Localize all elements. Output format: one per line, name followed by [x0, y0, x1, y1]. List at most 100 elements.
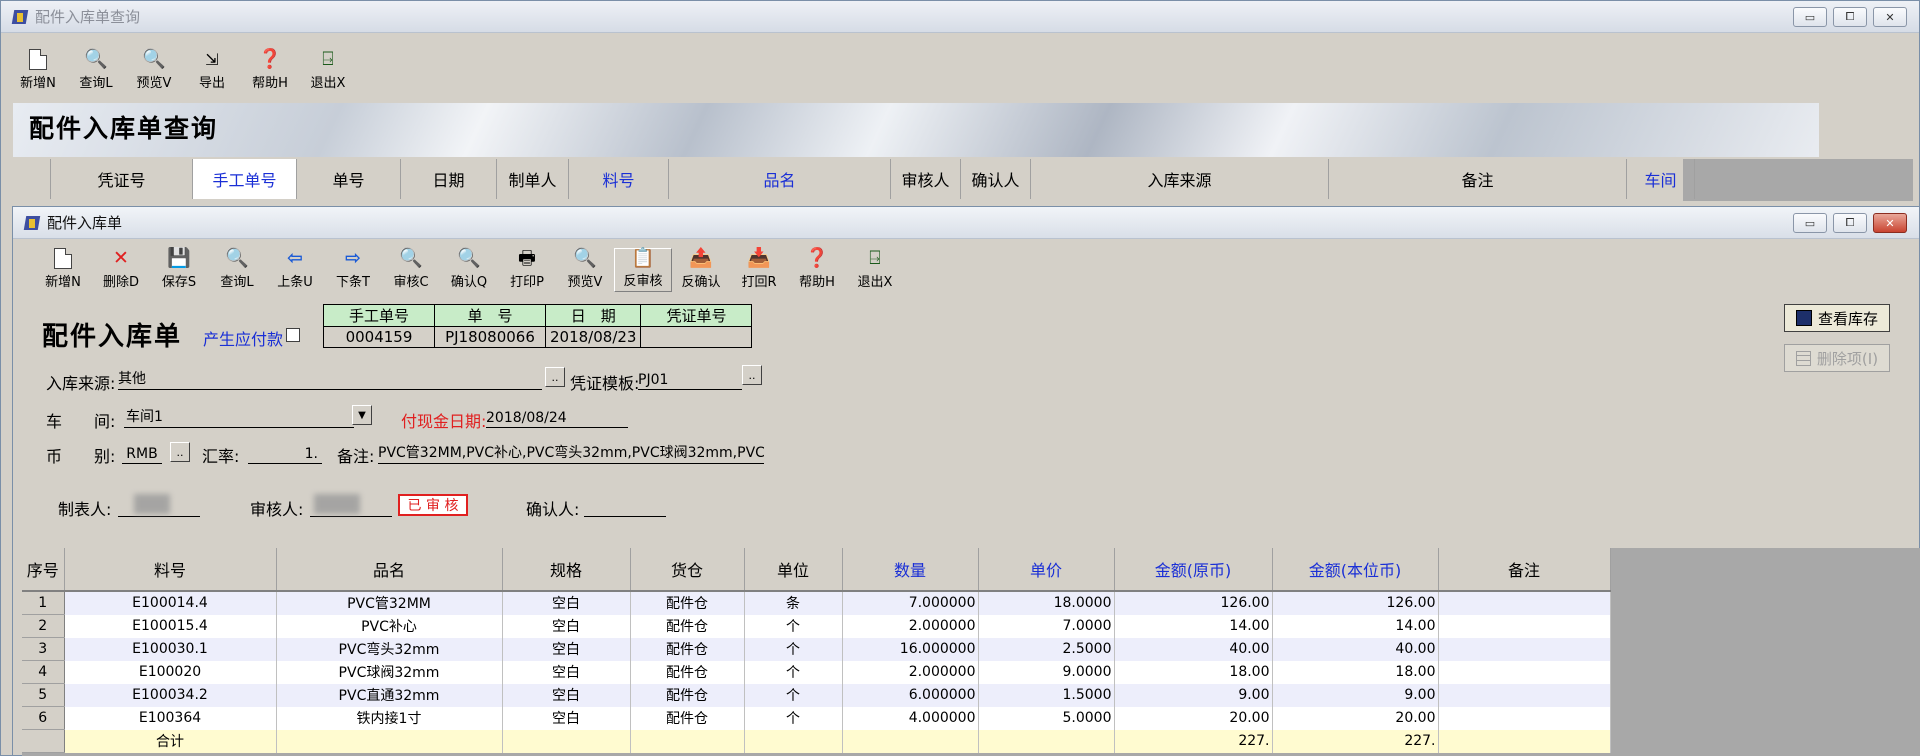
unaudit-button[interactable]: 📋 反审核 [614, 248, 672, 292]
cell-amount-base[interactable]: 18.00 [1272, 660, 1439, 684]
query-col-confirmer[interactable]: 确认人 [961, 159, 1031, 199]
cell-name[interactable]: 铁内接1寸 [276, 706, 503, 730]
exit-button[interactable]: ⍈ 退出X [846, 248, 904, 292]
help-button[interactable]: ❓ 帮助H [788, 248, 846, 292]
query-col-workshop[interactable]: 车间 [1627, 159, 1695, 199]
table-row[interactable]: 3 E100030.1 PVC弯头32mm 空白 配件仓 个 16.000000… [22, 637, 1611, 661]
workshop-dropdown-button[interactable]: ▼ [352, 405, 372, 425]
delete-button[interactable]: ✕ 删除D [92, 248, 150, 292]
cell-qty[interactable]: 7.000000 [842, 591, 979, 615]
cell-unit[interactable]: 个 [744, 614, 843, 638]
cell-remark[interactable] [1438, 683, 1611, 707]
source-field[interactable]: 其他 [118, 366, 542, 390]
unconfirm-button[interactable]: 📤 反确认 [672, 248, 730, 292]
print-button[interactable]: 🖶 打印P [498, 248, 556, 292]
cell-price[interactable]: 5.0000 [978, 706, 1115, 730]
cell-qty[interactable]: 16.000000 [842, 637, 979, 661]
preview-button[interactable]: 🔍 预览V [556, 248, 614, 292]
cell-part-no[interactable]: E100364 [64, 706, 277, 730]
col-amount-base[interactable]: 金额(本位币) [1272, 548, 1439, 592]
cell-spec[interactable]: 空白 [502, 591, 631, 615]
cell-amount[interactable]: 14.00 [1114, 614, 1273, 638]
cell-amount[interactable]: 40.00 [1114, 637, 1273, 661]
query-button[interactable]: 🔍 查询L [208, 248, 266, 292]
maximize-button[interactable]: ⧠ [1833, 213, 1867, 233]
check-stock-button[interactable]: 查看库存 [1784, 304, 1890, 332]
query-search-button[interactable]: 🔍 查询L [67, 49, 125, 93]
delete-item-button[interactable]: 删除项(I) [1784, 344, 1890, 372]
cell-unit[interactable]: 个 [744, 637, 843, 661]
cell-amount-base[interactable]: 126.00 [1272, 591, 1439, 615]
query-col-source[interactable]: 入库来源 [1031, 159, 1329, 199]
cell-unit[interactable]: 个 [744, 706, 843, 730]
col-part-no[interactable]: 料号 [64, 548, 277, 592]
cell-remark[interactable] [1438, 591, 1611, 615]
query-col-maker[interactable]: 制单人 [497, 159, 569, 199]
remark-field[interactable]: PVC管32MM,PVC补心,PVC弯头32mm,PVC球阀32mm,PVC直通… [378, 440, 764, 464]
next-record-button[interactable]: ⇨ 下条T [324, 248, 382, 292]
prev-record-button[interactable]: ⇦ 上条U [266, 248, 324, 292]
col-amount[interactable]: 金额(原币) [1114, 548, 1273, 592]
audit-button[interactable]: 🔍 审核C [382, 248, 440, 292]
cell-spec[interactable]: 空白 [502, 614, 631, 638]
new-button[interactable]: 新增N [34, 248, 92, 292]
cell-name[interactable]: PVC球阀32mm [276, 660, 503, 684]
cell-part-no[interactable]: E100030.1 [64, 637, 277, 661]
table-row[interactable]: 2 E100015.4 PVC补心 空白 配件仓 个 2.000000 7.00… [22, 614, 1611, 638]
voucher-template-field[interactable]: PJ01 [638, 366, 742, 390]
col-unit[interactable]: 单位 [744, 548, 843, 592]
query-col-no[interactable]: 单号 [297, 159, 401, 199]
cell-amount-base[interactable]: 14.00 [1272, 614, 1439, 638]
source-picker-button[interactable]: .. [545, 367, 565, 387]
cell-warehouse[interactable]: 配件仓 [630, 683, 745, 707]
cell-name[interactable]: PVC弯头32mm [276, 637, 503, 661]
cell-price[interactable]: 7.0000 [978, 614, 1115, 638]
cell-remark[interactable] [1438, 706, 1611, 730]
cell-warehouse[interactable]: 配件仓 [630, 614, 745, 638]
query-col-auditor[interactable]: 审核人 [891, 159, 961, 199]
col-warehouse[interactable]: 货仓 [630, 548, 745, 592]
cell-unit[interactable]: 条 [744, 591, 843, 615]
col-seq[interactable]: 序号 [22, 548, 65, 592]
col-qty[interactable]: 数量 [842, 548, 979, 592]
query-preview-button[interactable]: 🔍 预览V [125, 49, 183, 93]
minimize-button[interactable]: ▭ [1793, 7, 1827, 27]
cell-remark[interactable] [1438, 660, 1611, 684]
cell-spec[interactable]: 空白 [502, 660, 631, 684]
query-export-button[interactable]: ⇲ 导出 [183, 49, 241, 93]
rate-field[interactable]: 1. [248, 440, 322, 464]
cell-part-no[interactable]: E100015.4 [64, 614, 277, 638]
query-col-voucher[interactable]: 凭证号 [51, 159, 193, 199]
cell-amount-base[interactable]: 40.00 [1272, 637, 1439, 661]
cell-part-no[interactable]: E100020 [64, 660, 277, 684]
table-row[interactable]: 4 E100020 PVC球阀32mm 空白 配件仓 个 2.000000 9.… [22, 660, 1611, 684]
cell-unit[interactable]: 个 [744, 660, 843, 684]
cell-amount[interactable]: 18.00 [1114, 660, 1273, 684]
cell-price[interactable]: 9.0000 [978, 660, 1115, 684]
table-row[interactable]: 6 E100364 铁内接1寸 空白 配件仓 个 4.000000 5.0000… [22, 706, 1611, 730]
cell-spec[interactable]: 空白 [502, 637, 631, 661]
currency-picker-button[interactable]: .. [170, 442, 190, 462]
cell-part-no[interactable]: E100014.4 [64, 591, 277, 615]
cell-spec[interactable]: 空白 [502, 683, 631, 707]
workshop-select[interactable]: 车间1 [124, 404, 354, 428]
cell-remark[interactable] [1438, 614, 1611, 638]
col-name[interactable]: 品名 [276, 548, 503, 592]
table-row[interactable]: 5 E100034.2 PVC直通32mm 空白 配件仓 个 6.000000 … [22, 683, 1611, 707]
generate-payable-checkbox[interactable] [286, 328, 300, 342]
col-spec[interactable]: 规格 [502, 548, 631, 592]
cell-qty[interactable]: 4.000000 [842, 706, 979, 730]
minimize-button[interactable]: ▭ [1793, 213, 1827, 233]
close-button[interactable]: ✕ [1873, 213, 1907, 233]
cell-name[interactable]: PVC管32MM [276, 591, 503, 615]
cell-qty[interactable]: 6.000000 [842, 683, 979, 707]
cell-warehouse[interactable]: 配件仓 [630, 591, 745, 615]
close-button[interactable]: ✕ [1873, 7, 1907, 27]
confirm-button[interactable]: 🔍 确认Q [440, 248, 498, 292]
cell-warehouse[interactable]: 配件仓 [630, 637, 745, 661]
cell-amount[interactable]: 9.00 [1114, 683, 1273, 707]
cell-amount[interactable]: 20.00 [1114, 706, 1273, 730]
cell-price[interactable]: 18.0000 [978, 591, 1115, 615]
table-row[interactable]: 1 E100014.4 PVC管32MM 空白 配件仓 条 7.000000 1… [22, 591, 1611, 615]
currency-field[interactable]: RMB [122, 440, 162, 464]
